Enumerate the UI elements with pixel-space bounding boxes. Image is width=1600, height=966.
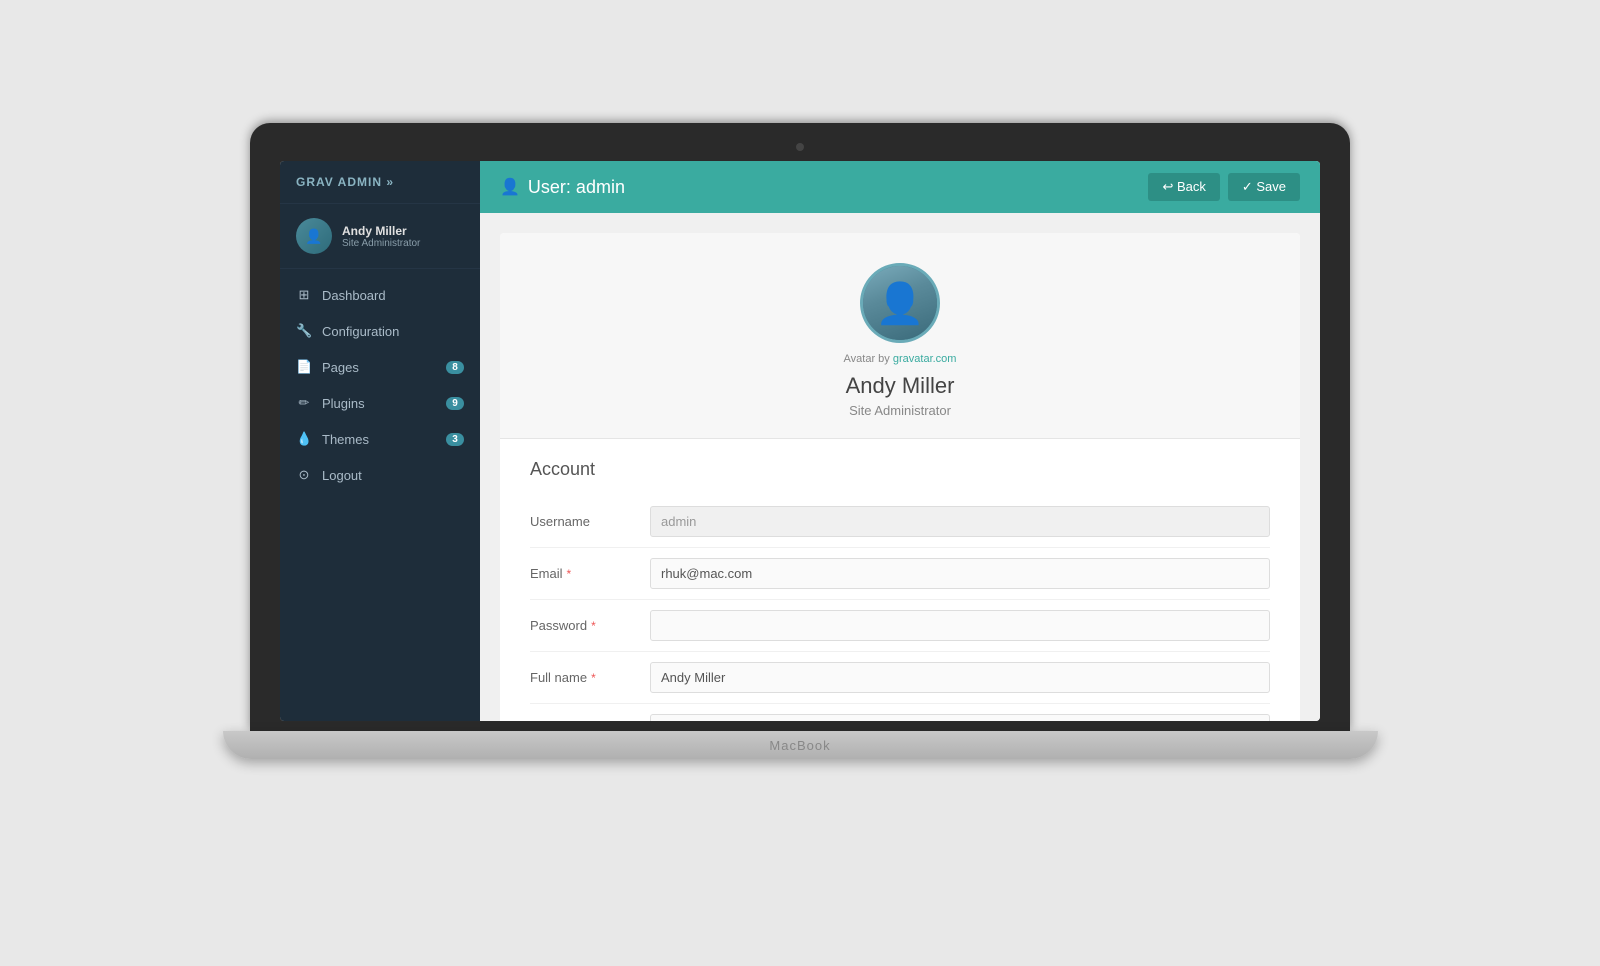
plugins-icon: ✏ [296,395,312,411]
save-button[interactable]: ✓ Save [1228,173,1300,201]
user-header: Avatar by gravatar.com Andy Miller Site … [500,233,1300,439]
label-email: Email * [530,566,650,581]
sidebar-item-themes[interactable]: 💧 Themes 3 [280,421,480,457]
logout-icon: ⊙ [296,467,312,483]
user-display-name: Andy Miller [846,373,955,399]
sidebar-brand[interactable]: GRAV ADMIN » [280,161,480,204]
required-star: * [591,619,596,633]
laptop-base: MacBook [223,731,1378,759]
sidebar-item-label-pages: Pages [322,360,359,375]
back-button[interactable]: ↩ Back [1148,173,1219,201]
input-fullname[interactable] [650,662,1270,693]
laptop-wrapper: GRAV ADMIN » 👤 Andy Miller Site Administ… [250,123,1350,843]
input-title[interactable] [650,714,1270,721]
form-row-title: Title [530,704,1270,721]
required-star: * [567,567,572,581]
sidebar-nav: ⊞ Dashboard 🔧 Configuration 📄 Pages 8 ✏ … [280,269,480,721]
form-row-fullname: Full name * [530,652,1270,704]
user-card: Avatar by gravatar.com Andy Miller Site … [500,233,1300,721]
sidebar-item-label-plugins: Plugins [322,396,365,411]
sidebar-user-info: Andy Miller Site Administrator [342,224,420,249]
avatar: 👤 [296,218,332,254]
badge-plugins: 9 [446,397,464,410]
main-content: 👤 User: admin ↩ Back ✓ Save [480,161,1320,721]
sidebar-item-configuration[interactable]: 🔧 Configuration [280,313,480,349]
required-star: * [591,671,596,685]
sidebar-item-label-configuration: Configuration [322,324,399,339]
laptop-base-label: MacBook [769,738,830,753]
sidebar-item-label-dashboard: Dashboard [322,288,386,303]
form-row-password: Password * [530,600,1270,652]
top-bar: 👤 User: admin ↩ Back ✓ Save [480,161,1320,213]
sidebar-user-role: Site Administrator [342,238,420,249]
avatar-face [863,266,937,340]
label-username: Username [530,514,650,529]
top-bar-title: 👤 User: admin [500,177,625,198]
sidebar-item-logout[interactable]: ⊙ Logout [280,457,480,493]
sidebar-item-pages[interactable]: 📄 Pages 8 [280,349,480,385]
gravatar-link[interactable]: gravatar.com [893,353,957,365]
laptop-camera [796,143,804,151]
screen-bezel: GRAV ADMIN » 👤 Andy Miller Site Administ… [250,123,1350,731]
sidebar-item-label-themes: Themes [322,432,369,447]
badge-pages: 8 [446,361,464,374]
sidebar-user: 👤 Andy Miller Site Administrator [280,204,480,269]
sidebar-item-dashboard[interactable]: ⊞ Dashboard [280,277,480,313]
form-section: Account Username Email * Password * Full na… [500,439,1300,721]
pages-icon: 📄 [296,359,312,375]
form-row-username: Username [530,496,1270,548]
sidebar-user-name: Andy Miller [342,224,420,238]
top-bar-actions: ↩ Back ✓ Save [1148,173,1300,201]
content-area: Avatar by gravatar.com Andy Miller Site … [480,213,1320,721]
themes-icon: 💧 [296,431,312,447]
input-email[interactable] [650,558,1270,589]
user-icon: 👤 [500,177,520,197]
dashboard-icon: ⊞ [296,287,312,303]
sidebar-item-label-logout: Logout [322,468,362,483]
laptop-screen: GRAV ADMIN » 👤 Andy Miller Site Administ… [280,161,1320,721]
input-username [650,506,1270,537]
form-row-email: Email * [530,548,1270,600]
configuration-icon: 🔧 [296,323,312,339]
user-avatar-large [860,263,940,343]
label-fullname: Full name * [530,670,650,685]
gravatar-link-text: Avatar by gravatar.com [844,353,957,365]
input-password[interactable] [650,610,1270,641]
form-section-title: Account [530,459,1270,480]
label-password: Password * [530,618,650,633]
sidebar: GRAV ADMIN » 👤 Andy Miller Site Administ… [280,161,480,721]
user-display-role: Site Administrator [849,403,951,418]
top-bar-title-text: User: admin [528,177,625,198]
form-rows-container: Username Email * Password * Full name * Titl… [530,496,1270,721]
badge-themes: 3 [446,433,464,446]
sidebar-item-plugins[interactable]: ✏ Plugins 9 [280,385,480,421]
